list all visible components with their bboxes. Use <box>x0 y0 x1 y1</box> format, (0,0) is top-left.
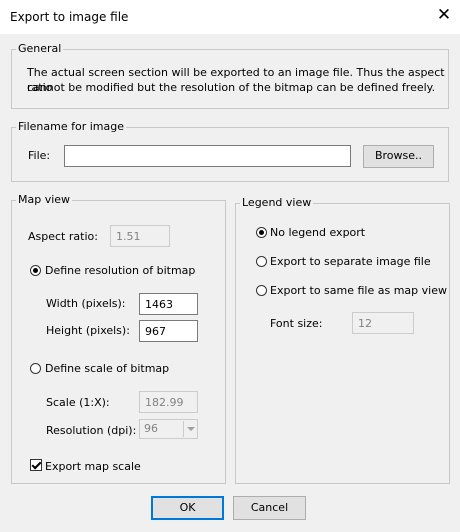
cancel-button[interactable]: Cancel <box>233 496 306 520</box>
general-group-label: General <box>16 42 64 55</box>
define-scale-radio[interactable] <box>30 363 41 374</box>
scale-label: Scale (1:X): <box>46 396 110 409</box>
export-map-scale-label[interactable]: Export map scale <box>45 460 141 473</box>
aspect-ratio-field: 1.51 <box>110 225 170 247</box>
resolution-select: 96 <box>139 419 198 439</box>
general-description-line2: cannot be modified but the resolution of… <box>27 81 436 94</box>
legend-view-group-label: Legend view <box>240 196 314 209</box>
file-input[interactable] <box>64 145 351 167</box>
height-input[interactable]: 967 <box>139 320 198 342</box>
width-input[interactable]: 1463 <box>139 293 198 315</box>
browse-button[interactable]: Browse.. <box>363 145 434 168</box>
define-scale-label[interactable]: Define scale of bitmap <box>45 362 169 375</box>
map-view-group-label: Map view <box>16 193 73 206</box>
resolution-label: Resolution (dpi): <box>46 424 137 437</box>
window-title: Export to image file <box>10 10 129 24</box>
scale-field: 182.99 <box>139 391 198 413</box>
font-size-label: Font size: <box>270 317 323 330</box>
close-icon[interactable]: ✕ <box>436 5 452 25</box>
define-resolution-label[interactable]: Define resolution of bitmap <box>45 264 195 277</box>
font-size-field: 12 <box>352 312 414 334</box>
legend-view-group <box>235 203 450 484</box>
no-legend-label[interactable]: No legend export <box>270 226 365 239</box>
separate-file-radio[interactable] <box>256 256 267 267</box>
separate-file-label[interactable]: Export to separate image file <box>270 255 431 268</box>
aspect-ratio-label: Aspect ratio: <box>28 230 98 243</box>
filename-group-label: Filename for image <box>16 120 126 133</box>
file-label: File: <box>28 149 51 162</box>
no-legend-radio[interactable] <box>256 227 267 238</box>
resolution-select-value: 96 <box>144 422 158 435</box>
export-map-scale-checkbox[interactable] <box>30 459 42 471</box>
height-label: Height (pixels): <box>46 324 130 337</box>
width-label: Width (pixels): <box>46 297 126 310</box>
define-resolution-radio[interactable] <box>30 265 41 276</box>
ok-button[interactable]: OK <box>151 496 224 520</box>
same-file-radio[interactable] <box>256 285 267 296</box>
chevron-down-icon <box>183 421 196 437</box>
same-file-label[interactable]: Export to same file as map view <box>270 284 447 297</box>
